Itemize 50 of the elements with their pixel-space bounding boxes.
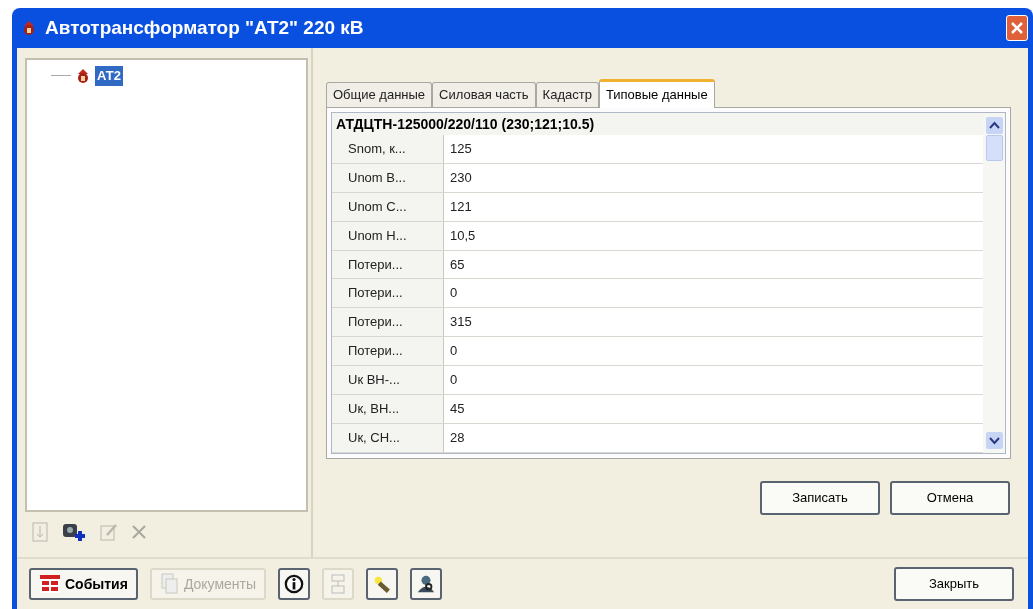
property-value[interactable]: 0: [444, 366, 983, 394]
scheme-icon: [329, 573, 348, 595]
vertical-scrollbar[interactable]: [983, 113, 1005, 453]
property-name: Потери...: [332, 250, 444, 279]
transformer-icon: [21, 20, 37, 36]
tab[interactable]: Общие данные: [326, 82, 433, 107]
user-search-button[interactable]: [410, 568, 443, 600]
property-value[interactable]: 65: [444, 250, 983, 279]
property-value[interactable]: 121: [444, 192, 983, 221]
property-name: Unom С...: [332, 192, 444, 221]
property-value[interactable]: 0: [444, 279, 983, 308]
window-title: Автотрансформатор "АТ2" 220 кВ: [45, 15, 365, 40]
grid-title: АТДЦТН-125000/220/110 (230;121;10.5): [332, 113, 983, 135]
form-button[interactable]: Записать: [760, 481, 880, 515]
property-name: Потери...: [332, 308, 444, 337]
property-name: Unom Н...: [332, 221, 444, 250]
property-value[interactable]: 28: [444, 423, 983, 452]
close-dialog-button[interactable]: Закрыть: [894, 567, 1014, 601]
property-value[interactable]: 10,5: [444, 221, 983, 250]
add-object-icon[interactable]: [61, 521, 87, 543]
close-button[interactable]: [1006, 15, 1028, 41]
property-name: Потери...: [332, 279, 444, 308]
property-name: Uк, СН...: [332, 423, 444, 452]
form-button[interactable]: Отмена: [890, 481, 1010, 515]
documents-icon: [159, 573, 180, 595]
property-name: Потери...: [332, 337, 444, 366]
info-button[interactable]: [278, 568, 311, 600]
property-value[interactable]: 315: [444, 308, 983, 337]
flashlight-button[interactable]: [366, 568, 399, 600]
calendar-icon: [39, 573, 61, 595]
property-name: Uк ВН-...: [332, 366, 444, 394]
scroll-down-icon[interactable]: [985, 432, 1003, 449]
property-name: Unom В...: [332, 163, 444, 192]
property-value[interactable]: 45: [444, 395, 983, 423]
tab[interactable]: Кадастр: [535, 82, 599, 107]
property-value[interactable]: 125: [444, 135, 983, 163]
close-icon: [1010, 21, 1024, 35]
tab[interactable]: Типовые данные: [598, 79, 715, 108]
transformer-icon: [75, 67, 91, 84]
tree-item[interactable]: АТ2: [95, 66, 123, 86]
user-search-icon: [416, 573, 437, 595]
scroll-up-icon[interactable]: [985, 117, 1003, 134]
scroll-thumb[interactable]: [985, 135, 1003, 161]
property-name: Uк, ВН...: [332, 395, 444, 423]
tab[interactable]: Силовая часть: [432, 82, 536, 107]
property-value[interactable]: 230: [444, 163, 983, 192]
property-name: Snom, к...: [332, 135, 444, 163]
info-icon: [284, 573, 305, 595]
property-value[interactable]: 0: [444, 337, 983, 366]
events-button[interactable]: События: [29, 568, 138, 600]
